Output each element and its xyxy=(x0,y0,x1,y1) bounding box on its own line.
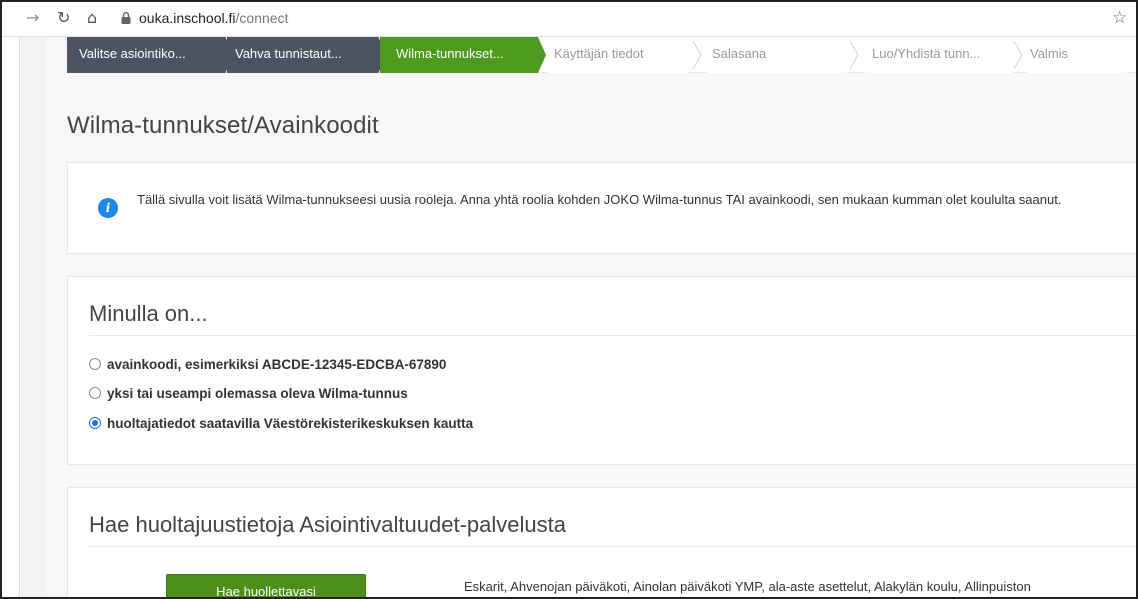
schools-list-text: Eskarit, Ahvenojan päiväkoti, Ainolan pä… xyxy=(464,579,1031,594)
step-luo-yhdista-tunnus[interactable]: Luo/Yhdistä tunn... xyxy=(865,37,1013,73)
forward-arrow-icon[interactable]: → xyxy=(26,9,39,27)
address-bar[interactable]: ouka.inschool.fi/connect xyxy=(139,10,288,26)
lock-icon xyxy=(121,12,131,24)
bookmark-star-icon[interactable]: ☆ xyxy=(1112,8,1127,28)
step-valitse-asiointikieli[interactable]: Valitse asiointiko... xyxy=(67,37,224,73)
guardianship-search-panel: Hae huoltajuustietoja Asiointivaltuudet-… xyxy=(67,487,1138,599)
option-label: yksi tai useampi olemassa oleva Wilma-tu… xyxy=(107,386,408,401)
url-path: /connect xyxy=(235,10,289,26)
search-heading: Hae huoltajuustietoja Asiointivaltuudet-… xyxy=(89,512,566,537)
radio-button[interactable] xyxy=(89,387,101,399)
browser-toolbar: → ↻ ⌂ ouka.inschool.fi/connect ☆ xyxy=(0,0,1138,37)
info-text: Tällä sivulla voit lisätä Wilma-tunnukse… xyxy=(137,192,1062,207)
radio-button[interactable] xyxy=(89,358,101,370)
divider xyxy=(89,335,1138,336)
step-kayttajan-tiedot[interactable]: Käyttäjän tiedot xyxy=(548,37,688,73)
step-separator xyxy=(1013,40,1023,70)
step-label: Käyttäjän tiedot xyxy=(554,46,644,61)
step-wilma-tunnukset[interactable]: Wilma-tunnukset... xyxy=(380,37,536,73)
option-label: huoltajatiedot saatavilla Väestörekister… xyxy=(107,416,474,431)
fetch-dependents-button[interactable]: Hae huollettavasi xyxy=(166,574,366,599)
browser-side-strip xyxy=(0,37,20,599)
step-salasana[interactable]: Salasana xyxy=(707,37,847,73)
option-avainkoodi[interactable]: avainkoodi, esimerkiksi ABCDE-12345-EDCB… xyxy=(89,355,446,375)
browser-window: → ↻ ⌂ ouka.inschool.fi/connect ☆ Valitse… xyxy=(0,0,1138,599)
step-separator xyxy=(849,40,859,70)
wizard-steps: Valitse asiointiko... Vahva tunnistaut..… xyxy=(67,37,1138,73)
step-label: Luo/Yhdistä tunn... xyxy=(872,46,981,61)
url-host: ouka.inschool.fi xyxy=(139,10,236,26)
reload-icon[interactable]: ↻ xyxy=(57,9,70,27)
home-icon[interactable]: ⌂ xyxy=(87,9,97,27)
step-label: Vahva tunnistaut... xyxy=(235,46,342,61)
step-vahva-tunnistautuminen[interactable]: Vahva tunnistaut... xyxy=(227,37,377,73)
option-label: avainkoodi, esimerkiksi ABCDE-12345-EDCB… xyxy=(107,357,447,372)
step-label: Wilma-tunnukset... xyxy=(396,46,504,61)
info-icon: i xyxy=(98,198,118,218)
page-title: Wilma-tunnukset/Avainkoodit xyxy=(67,112,379,139)
radio-button-selected[interactable] xyxy=(89,417,101,429)
info-panel: i Tällä sivulla voit lisätä Wilma-tunnuk… xyxy=(67,162,1138,254)
credential-choice-panel: Minulla on... avainkoodi, esimerkiksi AB… xyxy=(67,276,1138,465)
divider xyxy=(89,546,1138,547)
step-separator xyxy=(532,37,546,73)
step-separator xyxy=(692,40,702,70)
step-label: Valitse asiointiko... xyxy=(79,46,186,61)
step-label: Salasana xyxy=(712,46,767,61)
choice-heading: Minulla on... xyxy=(89,301,208,326)
option-vrk-huoltajatiedot[interactable]: huoltajatiedot saatavilla Väestörekister… xyxy=(89,414,473,434)
step-valmis[interactable]: Valmis xyxy=(1027,37,1127,73)
option-wilma-tunnus[interactable]: yksi tai useampi olemassa oleva Wilma-tu… xyxy=(89,384,408,404)
step-label: Valmis xyxy=(1030,46,1069,61)
page-gutter xyxy=(21,37,46,599)
